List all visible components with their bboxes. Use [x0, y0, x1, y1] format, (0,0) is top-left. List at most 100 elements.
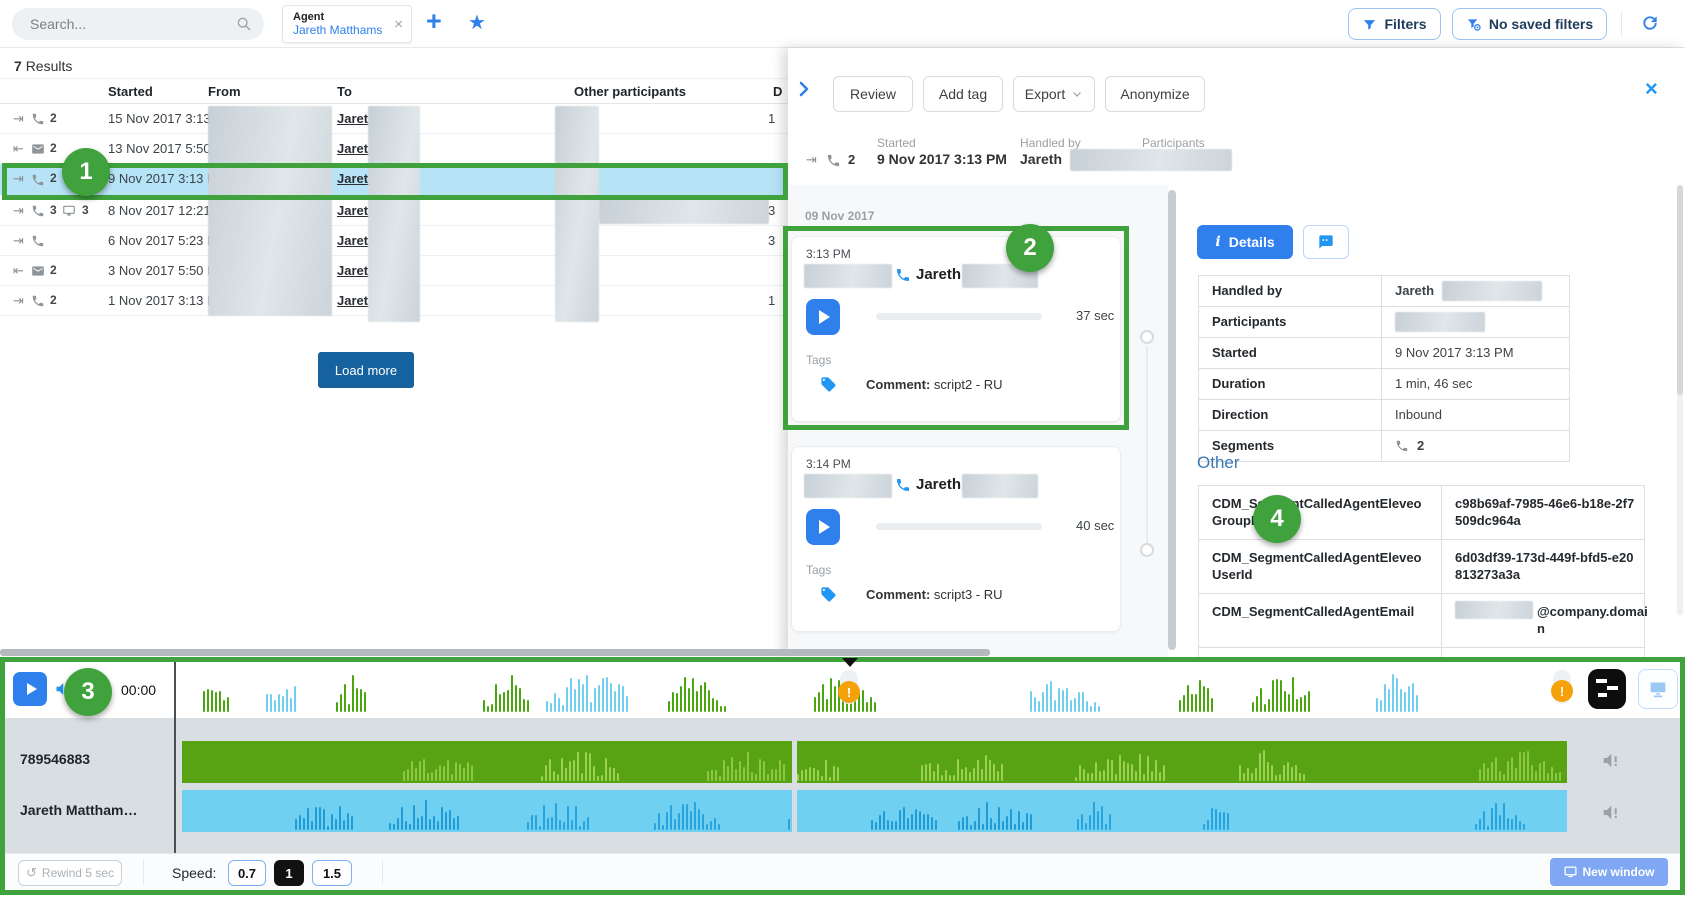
segment-play-button[interactable]: [806, 299, 840, 335]
segment-count: 2: [50, 293, 57, 307]
inbound-arrow-icon: ⇥: [806, 152, 817, 168]
detail-row: Segments 2: [1199, 431, 1569, 462]
detail-value: 2: [1417, 438, 1424, 453]
waveform: [797, 741, 1567, 783]
waveform-track-agent[interactable]: [182, 790, 1567, 832]
inbound-arrow-icon: ⇥: [13, 203, 24, 219]
controls-divider: [382, 860, 383, 884]
player-strip: 00:00 ! !: [5, 662, 1680, 718]
favorite-star-button[interactable]: ★: [468, 10, 486, 35]
speed-1-button[interactable]: 1: [274, 860, 304, 886]
detail-row: Direction Inbound: [1199, 400, 1569, 431]
phone-icon: [31, 294, 45, 308]
close-panel-icon[interactable]: ×: [1645, 76, 1658, 102]
rewind-button[interactable]: ↺ Rewind 5 sec: [18, 860, 122, 886]
segment-agent-name: Jareth: [916, 476, 961, 493]
inbound-arrow-icon: ⇥: [13, 171, 24, 187]
segment-progress-bar[interactable]: [876, 523, 1042, 530]
filters-button[interactable]: Filters: [1348, 8, 1441, 40]
col-header-duration[interactable]: D: [773, 84, 782, 99]
timeline-dot[interactable]: [1140, 543, 1154, 557]
review-label: Review: [850, 86, 896, 102]
export-button[interactable]: Export: [1013, 76, 1095, 112]
volume-icon[interactable]: [55, 681, 73, 697]
col-header-started[interactable]: Started: [108, 84, 153, 99]
warning-glyph: !: [847, 685, 851, 700]
cell-duration: 1: [768, 293, 775, 308]
segment-card: 3:13 PM Jareth 37 sec Tags Comment: scri…: [791, 236, 1121, 422]
top-bar: Search... Agent Jareth Matthams × + ★ Fi…: [0, 0, 1685, 48]
header-segment-count: 2: [848, 152, 855, 167]
new-window-button[interactable]: New window: [1550, 858, 1668, 886]
speed-value: 1: [285, 866, 292, 881]
waveform-track-caller[interactable]: [182, 741, 1567, 783]
review-button[interactable]: Review: [833, 76, 913, 112]
email-icon: [31, 142, 45, 156]
warning-marker-icon[interactable]: !: [1551, 680, 1573, 702]
add-tag-button[interactable]: Add tag: [923, 76, 1003, 112]
waveform: [797, 790, 1567, 832]
speed-0.7-button[interactable]: 0.7: [228, 860, 266, 886]
comment-text: script2 - RU: [934, 377, 1003, 392]
playhead-line[interactable]: [174, 662, 176, 853]
redacted-to-surname-column: [368, 106, 420, 322]
tracks-area: 789546883 Jareth Mattham…: [5, 718, 1680, 853]
col-header-to[interactable]: To: [337, 84, 352, 99]
timeline-dot[interactable]: [1140, 330, 1154, 344]
tag-icon: [820, 376, 837, 393]
segments-scrollbar[interactable]: [1168, 190, 1176, 650]
search-input[interactable]: Search...: [12, 8, 264, 40]
warning-glyph: !: [1560, 684, 1564, 699]
segment-play-button[interactable]: [806, 509, 840, 545]
overview-waveform[interactable]: [203, 670, 1445, 712]
track-segment[interactable]: [797, 790, 1567, 832]
detail-panel: Review Add tag Export Anonymize × Starte…: [788, 48, 1685, 657]
track-label-agent: Jareth Mattham…: [20, 802, 137, 818]
segment-count: 2: [50, 171, 57, 185]
col-header-other-participants[interactable]: Other participants: [574, 84, 686, 99]
segment-comment: Comment: script2 - RU: [866, 377, 1003, 392]
mute-speaker-icon[interactable]: [1602, 804, 1624, 821]
mute-speaker-icon[interactable]: [1602, 752, 1624, 769]
track-segment[interactable]: [797, 741, 1567, 783]
new-window-icon: [1564, 866, 1577, 878]
col-header-from[interactable]: From: [208, 84, 241, 99]
saved-filters-button[interactable]: No saved filters: [1452, 8, 1607, 40]
chip-close-icon[interactable]: ×: [394, 16, 403, 33]
agent-filter-chip[interactable]: Agent Jareth Matthams ×: [282, 5, 412, 43]
anonymize-button[interactable]: Anonymize: [1105, 76, 1205, 112]
track-segment[interactable]: [182, 741, 792, 783]
screen-view-button[interactable]: [1638, 669, 1678, 709]
details-tab-button[interactable]: i Details: [1197, 225, 1293, 259]
other-row: CDM_SegmentCalledAgentEleveoGroupId c98b…: [1199, 486, 1644, 540]
player-play-button[interactable]: [13, 672, 47, 706]
playhead-marker-icon[interactable]: [842, 658, 858, 667]
track-segment[interactable]: [182, 790, 792, 832]
speed-1.5-button[interactable]: 1.5: [312, 860, 352, 886]
redacted-participants: [1395, 312, 1485, 332]
results-hscrollbar[interactable]: [0, 649, 990, 656]
outbound-arrow-icon: ⇤: [13, 263, 24, 279]
add-filter-button[interactable]: +: [426, 6, 442, 37]
segment-progress-bar[interactable]: [876, 313, 1042, 320]
panel-scrollbar-thumb[interactable]: [1677, 185, 1683, 395]
segments-glyph: [1607, 686, 1618, 690]
other-section-title: Other: [1197, 453, 1240, 473]
phone-icon: [31, 112, 45, 126]
refresh-icon[interactable]: [1640, 13, 1660, 33]
load-more-button[interactable]: Load more: [318, 352, 414, 388]
segments-view-button[interactable]: [1588, 669, 1626, 709]
comments-tab-button[interactable]: [1303, 225, 1349, 259]
other-label: CDM_SegmentCalledAgentEleveoUserId: [1212, 549, 1430, 583]
other-label: CDM_SegmentCalledAgentEleveoGroupId: [1212, 495, 1430, 529]
warning-marker-icon[interactable]: !: [838, 681, 860, 703]
speed-label: Speed:: [172, 865, 216, 881]
detail-row: Started 9 Nov 2017 3:13 PM: [1199, 338, 1569, 369]
header-started-value: 9 Nov 2017 3:13 PM: [877, 151, 1007, 167]
playback-time: 00:00: [121, 682, 156, 698]
filters-label: Filters: [1384, 16, 1426, 32]
other-table: CDM_SegmentCalledAgentEleveoGroupId c98b…: [1198, 485, 1645, 657]
collapse-chevron-icon[interactable]: [795, 80, 813, 98]
panel-scrollbar[interactable]: [1677, 185, 1683, 615]
track-label-caller: 789546883: [20, 751, 90, 767]
